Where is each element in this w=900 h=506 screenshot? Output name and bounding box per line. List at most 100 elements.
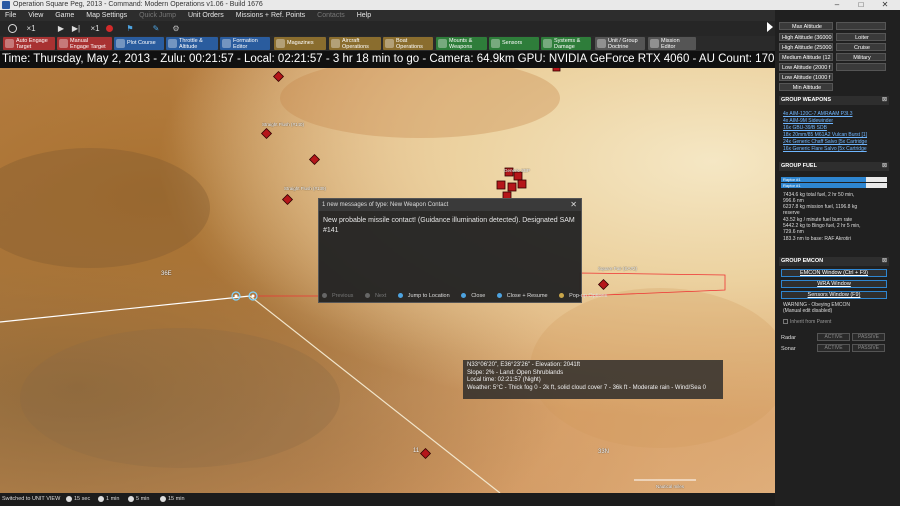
throttle-blank[interactable] (836, 22, 886, 30)
inherit-checkbox[interactable]: Inherit from Parent (783, 319, 831, 325)
throttle-cruise[interactable]: Cruise (836, 43, 886, 51)
throttle-flank[interactable] (836, 63, 886, 71)
unit-label: Generic SEP (504, 168, 531, 173)
sonar-active-button[interactable]: ACTIVE (817, 344, 850, 352)
popup-options-button[interactable]: Pop-up Options (559, 293, 612, 299)
radar-passive-button[interactable]: PASSIVE (852, 333, 885, 341)
emcon-window-button[interactable]: EMCON Window (Ctrl + F9) (781, 269, 887, 277)
close-message-button[interactable]: Close (461, 293, 490, 299)
group-weapons-header[interactable]: GROUP WEAPONS ⊠ (779, 96, 889, 105)
wra-window-button[interactable]: WRA Window (781, 280, 887, 288)
fuel-bar: Raptor #1 (781, 183, 887, 188)
title-bar: Operation Square Peg, 2013 - Command: Mo… (0, 0, 900, 10)
mounts-weapons-button[interactable]: Mounts & Weapons (436, 37, 487, 50)
sensor-icon (491, 39, 500, 48)
location-info-tooltip: N33°06'20", E36°23'26" - Elevation: 2041… (463, 360, 723, 399)
close-resume-button[interactable]: Close + Resume (496, 293, 553, 299)
altitude-high-36000[interactable]: High Altitude (36000 (779, 33, 833, 41)
collapse-icon[interactable]: ⊠ (882, 162, 887, 171)
record-icon[interactable] (104, 23, 114, 34)
menu-contacts[interactable]: Contacts (312, 10, 350, 21)
altitude-high-25000[interactable]: High Altitude (25000 (779, 43, 833, 51)
mounts-icon (438, 39, 447, 48)
weapon-item[interactable]: 18x 20mm/85 M61A2 Vulcan Burst [1] (783, 132, 867, 138)
status-line: Time: Thursday, May 2, 2013 - Zulu: 00:2… (0, 51, 775, 68)
fuel-info: reserve (783, 210, 800, 216)
weapon-item[interactable]: 16x Generic Flare Salvo [5x Cartridge (783, 146, 867, 152)
time-5min-button[interactable]: 5 min (128, 493, 149, 506)
info-weather: Weather: 5°C - Thick fog 0 - 2k ft, soli… (467, 384, 706, 391)
message-body: New probable missile contact! (Guidance … (323, 217, 575, 234)
pin-icon[interactable]: ✎ (150, 23, 162, 34)
collapse-icon[interactable]: ⊠ (882, 96, 887, 105)
emcon-warning: (Manual edit disabled) (783, 308, 833, 314)
altitude-medium[interactable]: Medium Altitude (12 (779, 53, 833, 61)
scale-label: Nautical miles (656, 484, 685, 489)
group-emcon-header[interactable]: GROUP EMCON ⊠ (779, 257, 889, 266)
weapon-item[interactable]: 4x AIM-9M Sidewinder (783, 118, 833, 124)
app-icon (2, 1, 10, 9)
menu-missions[interactable]: Missions + Ref. Points (231, 10, 310, 21)
throttle-icon (168, 39, 177, 48)
time-15sec-button[interactable]: 15 sec (66, 493, 90, 506)
grid-label: 36E (161, 271, 172, 277)
weapon-item[interactable]: 16x GBU-39/B SDB (783, 125, 827, 131)
next-message-button[interactable]: Next (364, 293, 391, 299)
magazines-button[interactable]: Magazines (274, 37, 326, 50)
manual-engage-button[interactable]: Manual Engage Target (57, 37, 112, 50)
formation-icon (222, 39, 231, 48)
group-fuel-header[interactable]: GROUP FUEL ⊠ (779, 162, 889, 171)
menu-map-settings[interactable]: Map Settings (81, 10, 132, 21)
mission-editor-button[interactable]: Mission Editor (648, 37, 696, 50)
collapse-icon[interactable]: ⊠ (882, 257, 887, 266)
sonar-passive-button[interactable]: PASSIVE (852, 344, 885, 352)
throttle-altitude-button[interactable]: Throttle & Altitude (166, 37, 218, 50)
time-1min-button[interactable]: 1 min (98, 493, 119, 506)
gear-icon[interactable]: ⚙ (170, 23, 182, 34)
message-close-icon[interactable]: ✕ (570, 199, 577, 211)
play-icon[interactable]: ▶ (56, 23, 66, 34)
time-15min-button[interactable]: 15 min (160, 493, 185, 506)
menu-game[interactable]: Game (50, 10, 79, 21)
target-icon (59, 39, 68, 48)
menu-bar: File View Game Map Settings Quick Jump U… (0, 10, 775, 21)
weapon-item[interactable]: 4x AIM-120C-7 AMRAAM P3I.3 (783, 111, 852, 117)
throttle-military[interactable]: Military (836, 53, 886, 61)
formation-editor-button[interactable]: Formation Editor (220, 37, 270, 50)
altitude-max[interactable]: Max Altitude (779, 22, 833, 30)
sensors-button[interactable]: Sensors (489, 37, 539, 50)
course-line (0, 295, 251, 323)
previous-message-button[interactable]: Previous (322, 293, 358, 299)
jump-to-location-button[interactable]: Jump to Location (397, 293, 455, 299)
plot-course-button[interactable]: Plot Course (114, 37, 164, 50)
boat-operations-button[interactable]: Boat Operations (383, 37, 433, 50)
panel-toggle-arrow-icon[interactable] (767, 22, 773, 32)
window-title: Operation Square Peg, 2013 - Command: Mo… (13, 1, 263, 8)
radar-active-button[interactable]: ACTIVE (817, 333, 850, 341)
aircraft-operations-button[interactable]: Aircraft Operations (329, 37, 381, 50)
grid-label: 33N (598, 449, 610, 455)
info-terrain: Slope: 2% - Land: Open Shrublands (467, 369, 564, 376)
clock-icon[interactable] (6, 23, 18, 34)
weapon-item[interactable]: 24x Generic Chaff Salvo [5x Cartridge (783, 139, 867, 145)
menu-unit-orders[interactable]: Unit Orders (183, 10, 229, 21)
maximize-button[interactable]: □ (850, 0, 872, 10)
altitude-low-2000[interactable]: Low Altitude (2000 f (779, 63, 833, 71)
altitude-low-1000[interactable]: Low Altitude (1000 f (779, 73, 833, 81)
menu-quick-jump[interactable]: Quick Jump (134, 10, 181, 21)
sensors-window-button[interactable]: Sensors Window (F9) (781, 291, 887, 299)
altitude-min[interactable]: Min Altitude (779, 83, 833, 91)
unit-doctrine-button[interactable]: Unit / Group Doctrine (595, 37, 645, 50)
step-icon[interactable]: ▶| (70, 23, 82, 34)
throttle-loiter[interactable]: Loiter (836, 33, 886, 41)
menu-file[interactable]: File (0, 10, 21, 21)
auto-engage-button[interactable]: Auto Engage Target (3, 37, 55, 50)
close-button[interactable]: ✕ (874, 0, 896, 10)
unit-label: Straight Flush (#139) (284, 186, 327, 191)
time-toolbar: ×1 ▶ ▶| ×1 ⚑ ✎ ⚙ (0, 21, 775, 36)
systems-damage-button[interactable]: Systems & Damage (541, 37, 591, 50)
menu-help[interactable]: Help (352, 10, 376, 21)
menu-view[interactable]: View (23, 10, 48, 21)
flag-icon[interactable]: ⚑ (124, 23, 136, 34)
minimize-button[interactable]: – (826, 0, 848, 10)
